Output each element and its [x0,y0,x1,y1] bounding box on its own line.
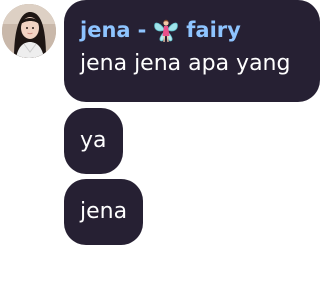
message-bubble[interactable]: jena [64,179,144,245]
chat-message-group: jena - fairy jena jena apa yang ya jena [0,0,320,297]
message-bubble[interactable]: ya [64,108,123,174]
message-bubble[interactable]: jena - fairy jena jena apa yang [64,0,320,102]
sender-badge-text: fairy [186,18,241,42]
user-avatar-photo-icon [2,4,56,58]
message-text: ya [80,128,107,153]
sender-separator: - [137,18,147,42]
sender-name-row[interactable]: jena - fairy [80,14,320,46]
fairy-icon [152,16,180,44]
message-text: jena jena apa yang [80,51,291,76]
message-text: jena [80,199,128,224]
sender-avatar[interactable] [2,4,56,58]
sender-name: jena [80,18,131,42]
